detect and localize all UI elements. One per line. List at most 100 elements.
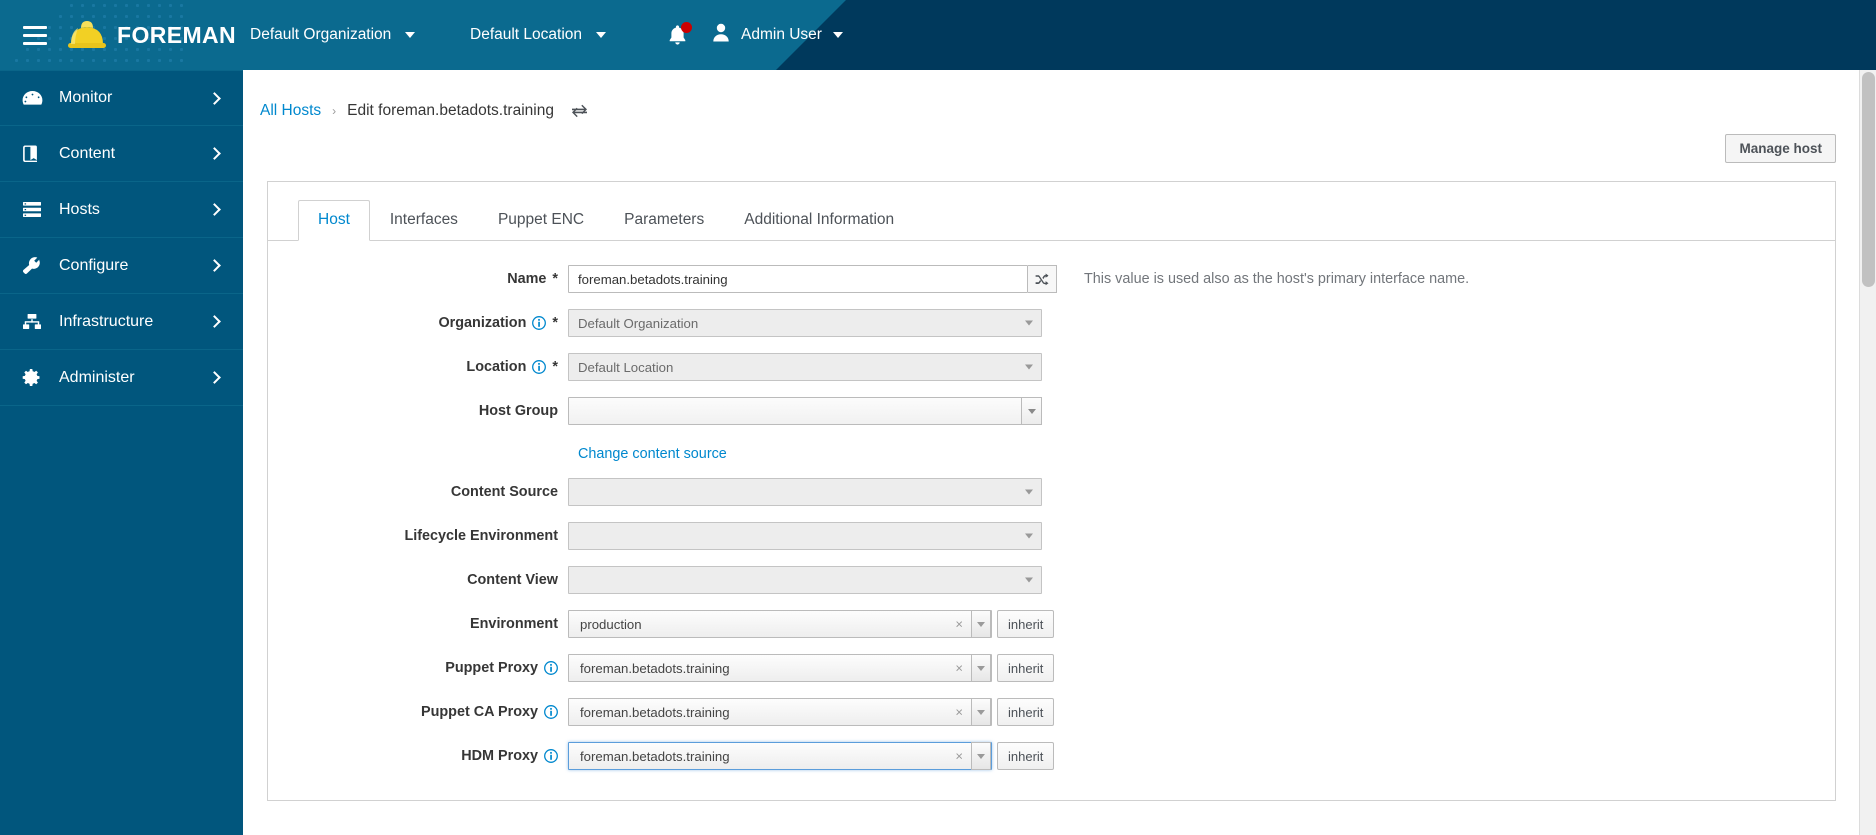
notification-badge bbox=[681, 22, 692, 33]
puppet-ca-proxy-combobox[interactable]: foreman.betadots.training × bbox=[568, 698, 992, 726]
environment-combobox-arrow[interactable] bbox=[971, 610, 991, 638]
exchange-arrows-icon[interactable] bbox=[571, 104, 588, 119]
host-group-select[interactable] bbox=[568, 397, 1042, 425]
puppet-ca-proxy-label: Puppet CA Proxy bbox=[420, 704, 538, 720]
chevron-right-icon bbox=[208, 259, 221, 272]
required-marker: * bbox=[552, 359, 558, 375]
clear-icon[interactable]: × bbox=[955, 706, 963, 719]
sidebar-item-configure[interactable]: Configure bbox=[0, 238, 243, 294]
clear-icon[interactable]: × bbox=[955, 662, 963, 675]
host-edit-panel: Host Interfaces Puppet ENC Parameters Ad… bbox=[267, 181, 1836, 801]
puppet-proxy-combobox-arrow[interactable] bbox=[971, 654, 991, 682]
masthead: FOREMAN Default Organization Default Loc… bbox=[0, 0, 1876, 70]
content-view-control bbox=[568, 566, 1042, 594]
brand-home-link[interactable]: FOREMAN bbox=[66, 0, 236, 70]
tab-puppet-enc[interactable]: Puppet ENC bbox=[478, 200, 604, 241]
tab-interfaces[interactable]: Interfaces bbox=[370, 200, 478, 241]
sidebar-item-hosts[interactable]: Hosts bbox=[0, 182, 243, 238]
manage-host-button[interactable]: Manage host bbox=[1725, 134, 1836, 163]
info-circle-icon[interactable] bbox=[544, 705, 558, 719]
shuffle-icon[interactable] bbox=[1028, 265, 1057, 293]
puppet-proxy-combobox[interactable]: foreman.betadots.training × bbox=[568, 654, 992, 682]
sidebar-item-content[interactable]: Content bbox=[0, 126, 243, 182]
lifecycle-environment-label: Lifecycle Environment bbox=[404, 528, 558, 544]
sidebar-item-infrastructure[interactable]: Infrastructure bbox=[0, 294, 243, 350]
hamburger-icon-bar bbox=[23, 41, 47, 45]
hdm-proxy-inherit-button[interactable]: inherit bbox=[997, 742, 1055, 770]
environment-label-group: Environment bbox=[268, 616, 568, 632]
info-circle-icon[interactable] bbox=[544, 749, 558, 763]
puppet-ca-proxy-inherit-button[interactable]: inherit bbox=[997, 698, 1055, 726]
hdm-proxy-combobox-arrow[interactable] bbox=[971, 742, 991, 770]
info-circle-icon[interactable] bbox=[532, 316, 547, 330]
puppet-ca-proxy-combobox-value: foreman.betadots.training bbox=[580, 704, 730, 720]
hdm-proxy-combobox-value: foreman.betadots.training bbox=[580, 748, 730, 764]
chevron-down-icon bbox=[1025, 489, 1033, 495]
breadcrumb: All Hosts › Edit foreman.betadots.traini… bbox=[243, 70, 1876, 120]
chevron-right-icon bbox=[208, 147, 221, 160]
masthead-decorative-shape bbox=[776, 0, 1876, 70]
organization-selector[interactable]: Default Organization bbox=[250, 0, 416, 70]
organization-select[interactable]: Default Organization bbox=[568, 309, 1042, 337]
notifications-button[interactable] bbox=[668, 0, 692, 70]
sidebar-item-label: Monitor bbox=[59, 89, 113, 106]
sidebar-item-administer[interactable]: Administer bbox=[0, 350, 243, 406]
hamburger-icon-bar bbox=[23, 33, 47, 37]
tab-host[interactable]: Host bbox=[298, 200, 370, 241]
page-scrollbar-thumb[interactable] bbox=[1862, 72, 1875, 287]
breadcrumb-link-all-hosts[interactable]: All Hosts bbox=[260, 102, 321, 120]
dashboard-icon bbox=[22, 90, 48, 107]
location-label: Location bbox=[466, 359, 527, 375]
sidebar-item-label: Hosts bbox=[59, 200, 100, 218]
content-source-control bbox=[568, 478, 1042, 506]
required-marker: * bbox=[552, 315, 558, 331]
organization-control: Default Organization bbox=[568, 309, 1042, 337]
name-input[interactable] bbox=[568, 265, 1028, 293]
environment-control: production × inherit bbox=[568, 610, 1055, 638]
chevron-right-icon bbox=[208, 371, 221, 384]
page-scrollbar[interactable] bbox=[1859, 70, 1876, 835]
name-label: Name bbox=[507, 271, 547, 287]
hamburger-menu-button[interactable] bbox=[14, 14, 56, 56]
info-circle-icon[interactable] bbox=[544, 661, 558, 675]
server-rack-icon bbox=[22, 201, 48, 218]
organization-select-value: Default Organization bbox=[578, 315, 699, 331]
location-selector[interactable]: Default Location bbox=[470, 0, 607, 70]
puppet-proxy-inherit-button[interactable]: inherit bbox=[997, 654, 1055, 682]
sitemap-icon bbox=[22, 313, 48, 330]
lifecycle-environment-select[interactable] bbox=[568, 522, 1042, 550]
hamburger-icon-bar bbox=[23, 25, 47, 29]
hdm-proxy-label: HDM Proxy bbox=[461, 748, 538, 764]
location-select[interactable]: Default Location bbox=[568, 353, 1042, 381]
content-source-select[interactable] bbox=[568, 478, 1042, 506]
puppet-proxy-label-group: Puppet Proxy bbox=[268, 660, 568, 676]
chevron-down-icon bbox=[405, 32, 416, 38]
chevron-down-icon bbox=[977, 709, 985, 715]
tab-additional-information[interactable]: Additional Information bbox=[724, 200, 914, 241]
chevron-down-icon bbox=[977, 753, 985, 759]
form-row-lifecycle-environment: Lifecycle Environment bbox=[268, 522, 1835, 550]
hdm-proxy-control: foreman.betadots.training × inherit bbox=[568, 742, 1055, 770]
puppet-ca-proxy-control: foreman.betadots.training × inherit bbox=[568, 698, 1055, 726]
clear-icon[interactable]: × bbox=[955, 618, 963, 631]
content-view-select[interactable] bbox=[568, 566, 1042, 594]
environment-inherit-button[interactable]: inherit bbox=[997, 610, 1055, 638]
host-group-control bbox=[568, 397, 1042, 425]
sidebar-item-label: Administer bbox=[59, 368, 135, 386]
content-source-label: Content Source bbox=[450, 484, 558, 500]
change-content-source-link[interactable]: Change content source bbox=[568, 446, 727, 462]
host-form: Name * This value is used also as the ho… bbox=[268, 241, 1835, 770]
tab-parameters[interactable]: Parameters bbox=[604, 200, 724, 241]
breadcrumb-separator-icon: › bbox=[332, 104, 337, 118]
hdm-proxy-combobox[interactable]: foreman.betadots.training × bbox=[568, 742, 992, 770]
user-menu[interactable]: Admin User bbox=[712, 0, 843, 70]
sidebar-item-monitor[interactable]: Monitor bbox=[0, 70, 243, 126]
puppet-ca-proxy-combobox-arrow[interactable] bbox=[971, 698, 991, 726]
environment-combobox[interactable]: production × bbox=[568, 610, 992, 638]
host-group-select-arrow-box[interactable] bbox=[1021, 397, 1042, 425]
sidebar-item-label: Content bbox=[59, 144, 116, 162]
book-icon bbox=[22, 144, 48, 163]
clear-icon[interactable]: × bbox=[955, 750, 963, 763]
info-circle-icon[interactable] bbox=[532, 360, 547, 374]
lifecycle-environment-label-group: Lifecycle Environment bbox=[268, 528, 568, 544]
